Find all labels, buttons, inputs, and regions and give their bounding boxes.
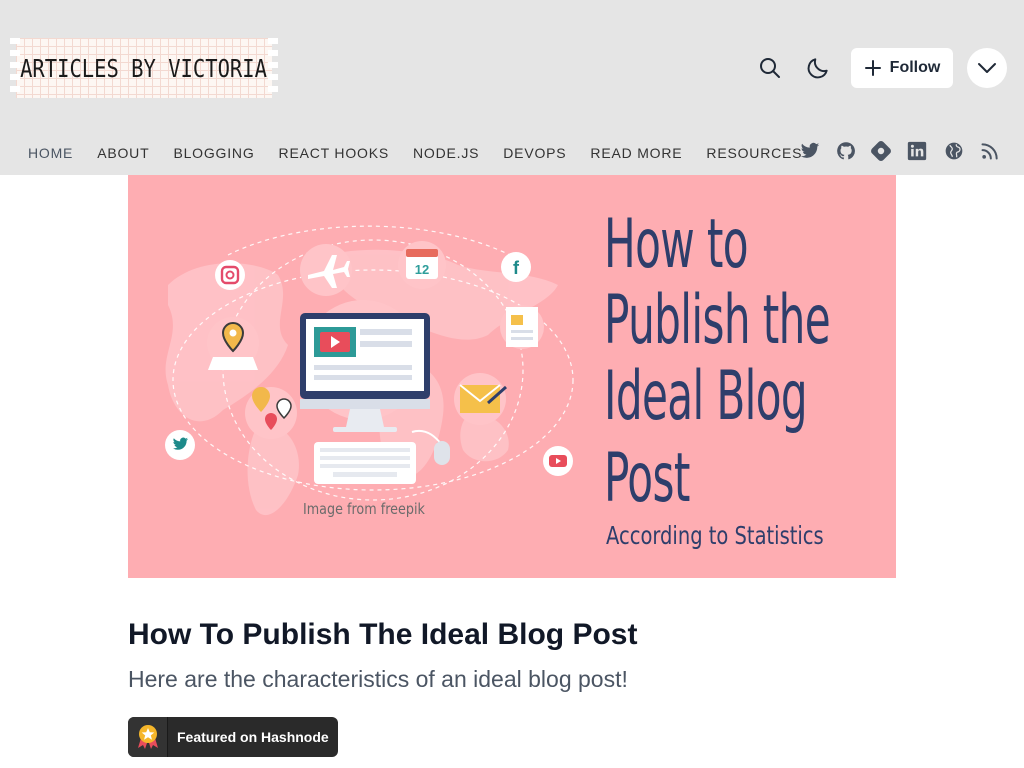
blog-logo-text: ARTICLES BY VICTORIA: [20, 53, 268, 83]
cover-title-line-1: How to: [604, 205, 749, 284]
cover-title-line-4: Post: [604, 439, 690, 518]
website-link[interactable]: [943, 140, 965, 162]
follow-label: Follow: [889, 59, 941, 76]
badge-medal-icon: [128, 717, 168, 757]
nav-item-home[interactable]: HOME: [28, 145, 73, 161]
globe-icon: [945, 142, 963, 160]
hashnode-link[interactable]: [870, 140, 892, 162]
cover-title-line-3: Ideal Blog: [604, 357, 808, 436]
cover-subtitle: According to Statistics: [606, 521, 824, 550]
post-title: How To Publish The Ideal Blog Post: [128, 618, 638, 651]
calendar-icon: 12: [398, 241, 446, 289]
envelope-icon: [454, 373, 507, 425]
airplane-icon: [300, 244, 352, 296]
hashnode-icon: [871, 141, 891, 161]
blog-nav: HOME ABOUT BLOGGING REACT HOOKS NODE.JS …: [28, 140, 826, 166]
nav-item-nodejs[interactable]: NODE.JS: [413, 145, 479, 161]
rss-link[interactable]: [979, 140, 1001, 162]
nav-item-about[interactable]: ABOUT: [97, 145, 149, 161]
theme-toggle-button[interactable]: [800, 48, 836, 88]
blog-logo[interactable]: ARTICLES BY VICTORIA: [10, 38, 278, 98]
linkedin-icon: [907, 141, 927, 161]
svg-text:f: f: [513, 258, 520, 278]
post-subtitle: Here are the characteristics of an ideal…: [128, 666, 628, 692]
github-link[interactable]: [835, 140, 857, 162]
linkedin-link[interactable]: [906, 140, 928, 162]
blog-header: ARTICLES BY VICTORIA Follow HOME ABOUT B…: [0, 0, 1024, 175]
keyboard-icon: [314, 442, 416, 484]
nav-item-devops[interactable]: DEVOPS: [503, 145, 566, 161]
twitter-icon: [800, 142, 820, 158]
instagram-icon: [215, 260, 245, 290]
twitter-link[interactable]: [799, 140, 821, 162]
blog-menu-button[interactable]: [967, 48, 1007, 88]
nav-item-resources[interactable]: RESOURCES: [706, 145, 802, 161]
rss-icon: [981, 143, 998, 160]
cover-title-line-2: Publish the: [604, 281, 831, 360]
featured-badge[interactable]: Featured on Hashnode: [128, 717, 338, 757]
nav-item-react-hooks[interactable]: REACT HOOKS: [279, 145, 389, 161]
map-pin-icon: [207, 317, 259, 370]
github-icon: [837, 142, 855, 160]
cover-credit: Image from freepik: [303, 500, 425, 518]
svg-text:12: 12: [415, 262, 429, 277]
search-icon: [760, 58, 780, 78]
nav-item-blogging[interactable]: BLOGGING: [173, 145, 254, 161]
badge-label: Featured on Hashnode: [177, 729, 329, 745]
moon-icon: [807, 58, 828, 79]
youtube-icon: [543, 446, 573, 476]
twitter-bird-icon: [165, 430, 195, 460]
cover-image: 12 f How to Publish the Ideal Blog Post …: [128, 175, 896, 578]
follow-button[interactable]: Follow: [851, 48, 953, 88]
plus-icon: [864, 60, 881, 76]
chevron-down-icon: [978, 63, 996, 73]
document-icon: [500, 305, 544, 349]
location-pins-icon: [245, 387, 297, 439]
facebook-icon: f: [501, 252, 531, 282]
nav-item-read-more[interactable]: READ MORE: [590, 145, 682, 161]
search-button[interactable]: [752, 48, 788, 88]
